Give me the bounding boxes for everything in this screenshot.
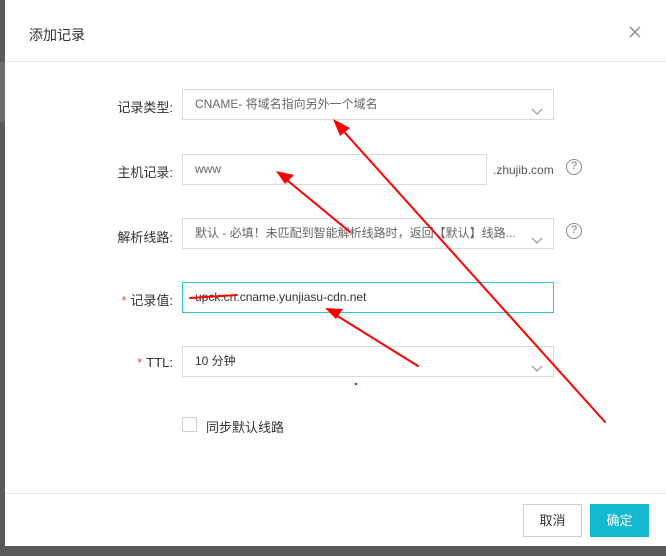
ttl-label-text: TTL:: [146, 355, 173, 370]
record-value-text: upck.cn.cname.yunjiasu-cdn.net: [195, 290, 367, 304]
required-mark: *: [121, 293, 127, 308]
record-type-value: CNAME- 将域名指向另外一个域名: [195, 97, 378, 111]
close-icon[interactable]: [627, 24, 643, 40]
dialog-header: 添加记录: [5, 0, 666, 62]
line-value: 默认 - 必填！未匹配到智能解析线路时，返回【默认】线路...: [195, 226, 516, 240]
help-icon[interactable]: ?: [566, 223, 582, 239]
record-value-label: * 记录值:: [5, 290, 173, 309]
line-label: 解析线路:: [117, 230, 173, 245]
host-input[interactable]: www: [182, 154, 487, 185]
sync-default-label: 同步默认线路: [206, 420, 285, 435]
dialog-title: 添加记录: [29, 27, 85, 43]
required-mark: *: [137, 355, 143, 370]
record-type-select[interactable]: CNAME- 将域名指向另外一个域名: [182, 89, 554, 120]
cancel-button[interactable]: 取消: [523, 504, 582, 537]
help-icon[interactable]: ?: [566, 159, 582, 175]
line-select[interactable]: 默认 - 必填！未匹配到智能解析线路时，返回【默认】线路...: [182, 218, 554, 249]
ttl-value: 10 分钟: [195, 354, 236, 368]
record-value-input[interactable]: upck.cn.cname.yunjiasu-cdn.net: [182, 282, 554, 313]
ttl-label: * TTL:: [5, 355, 173, 370]
sync-default-checkbox[interactable]: [182, 417, 197, 432]
record-type-label: 记录类型:: [117, 100, 173, 115]
chevron-down-icon: [531, 356, 543, 376]
add-record-dialog: 添加记录 记录类型: CNAME- 将域名指向另外一个域名 主机记录: www …: [5, 0, 666, 546]
record-value-label-text: 记录值:: [130, 293, 173, 308]
ttl-select[interactable]: 10 分钟: [182, 346, 554, 377]
chevron-down-icon: [531, 228, 543, 248]
host-label: 主机记录:: [117, 165, 173, 180]
chevron-down-icon: [531, 99, 543, 119]
host-value: www: [195, 162, 221, 176]
domain-suffix: .zhujib.com: [493, 163, 554, 177]
dialog-footer: 取消 确定: [5, 493, 666, 546]
ok-button[interactable]: 确定: [590, 504, 649, 537]
